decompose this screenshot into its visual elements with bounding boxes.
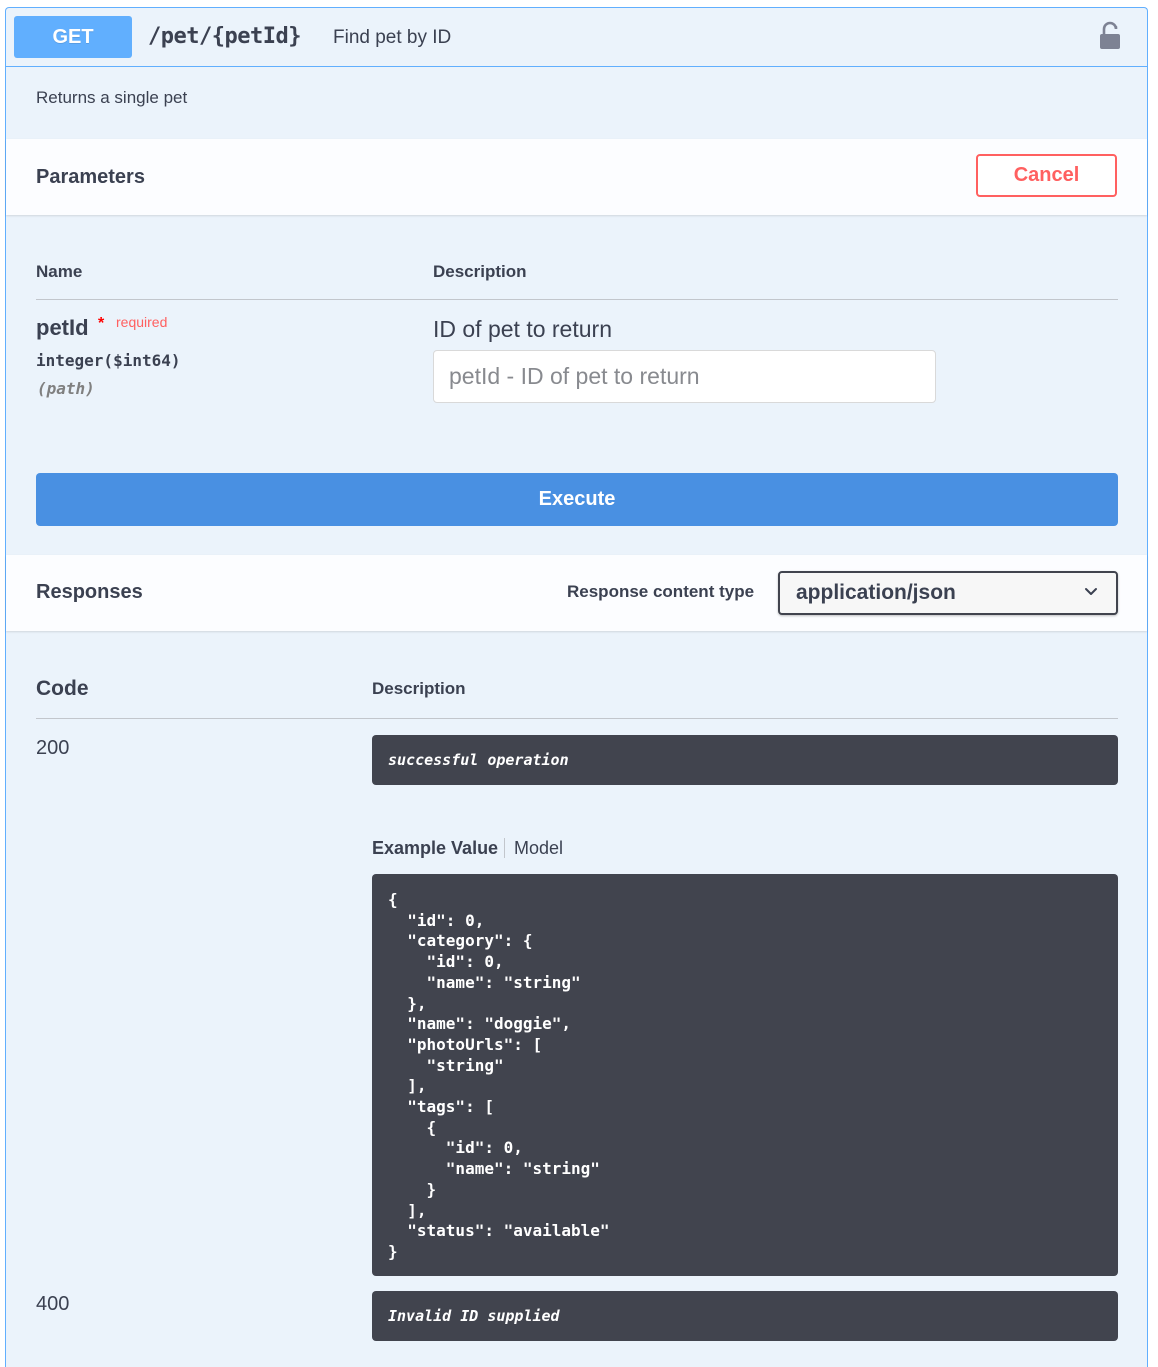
operation-block: GET /pet/{petId} Find pet by ID Returns …: [5, 7, 1148, 1367]
cancel-button[interactable]: Cancel: [976, 154, 1117, 197]
response-content-type-label: Response content type: [567, 582, 755, 601]
responses-title: Responses: [36, 581, 143, 603]
http-method-badge: GET: [14, 16, 132, 58]
response-description-text: Invalid ID supplied: [388, 1307, 560, 1325]
parameters-title: Parameters: [36, 166, 145, 188]
param-location: (path): [37, 379, 95, 398]
param-header-divider: [36, 299, 1118, 300]
operation-summary[interactable]: GET /pet/{petId} Find pet by ID: [6, 8, 1147, 67]
tab-divider: [504, 838, 505, 858]
operation-path: /pet/{petId}: [148, 24, 301, 49]
param-name: petId: [36, 315, 89, 340]
response-col-code: Code: [36, 677, 89, 700]
response-code-400: 400: [36, 1293, 70, 1315]
operation-summary-text: Find pet by ID: [333, 27, 452, 48]
tab-example-value[interactable]: Example Value: [372, 838, 498, 859]
unlocked-padlock-icon[interactable]: [1098, 21, 1122, 51]
example-json: { "id": 0, "category": { "id": 0, "name"…: [388, 890, 610, 1261]
param-description: ID of pet to return: [433, 316, 612, 342]
response-description-400: Invalid ID supplied: [372, 1291, 1118, 1341]
response-header-divider: [36, 718, 1118, 719]
response-col-description: Description: [372, 679, 466, 698]
example-value-box: { "id": 0, "category": { "id": 0, "name"…: [372, 874, 1118, 1276]
chevron-down-icon: [1085, 588, 1097, 595]
response-code-200: 200: [36, 737, 70, 759]
operation-description: Returns a single pet: [36, 88, 188, 107]
param-type: integer($int64): [36, 351, 181, 370]
required-star: *: [98, 315, 105, 332]
response-description-200: successful operation: [372, 735, 1118, 785]
response-description-text: successful operation: [388, 751, 569, 769]
param-col-description: Description: [433, 262, 527, 281]
petid-input[interactable]: [433, 350, 936, 403]
param-col-name: Name: [36, 262, 83, 281]
response-content-type-select[interactable]: application/json: [778, 571, 1118, 615]
response-content-type-value: application/json: [796, 581, 956, 604]
execute-button[interactable]: Execute: [36, 473, 1118, 526]
tab-model[interactable]: Model: [514, 838, 563, 859]
required-label: required: [116, 314, 168, 330]
